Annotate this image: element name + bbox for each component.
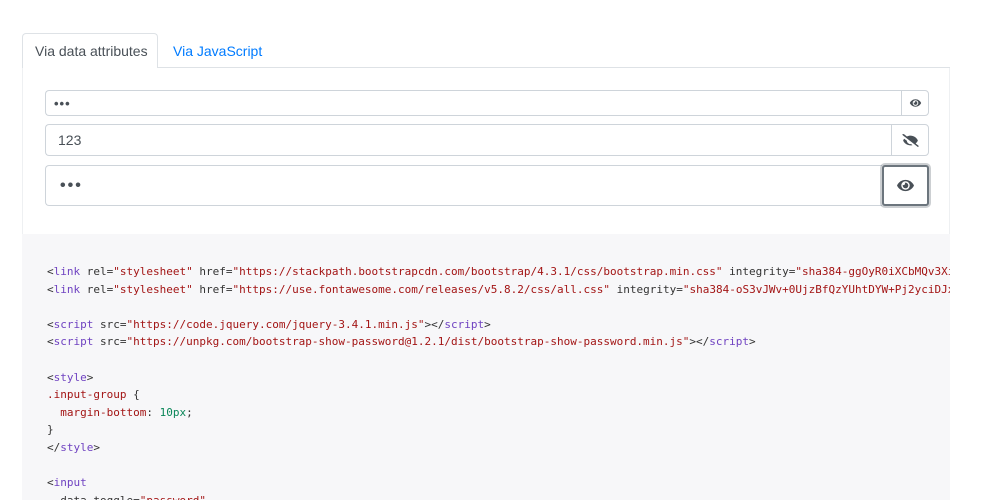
code-token: < — [47, 265, 54, 278]
code-token: integrity= — [609, 282, 683, 296]
code-token: { — [126, 388, 140, 402]
code-token: integrity= — [722, 265, 796, 278]
code-token: } — [47, 423, 54, 437]
code-token: data-toggle= — [47, 494, 139, 500]
example-panel — [22, 68, 950, 234]
code-token: link — [53, 265, 81, 278]
code-token: < — [47, 476, 54, 490]
code-token: input — [53, 476, 87, 490]
code-token: < — [47, 317, 54, 331]
code-token: "stylesheet" — [113, 282, 193, 296]
code-token: "https://use.fontawesome.com/releases/v5… — [232, 282, 610, 296]
eye-icon — [897, 179, 914, 192]
code-token: src= — [93, 317, 127, 331]
password-input-group-default — [45, 124, 929, 156]
code-token: script — [709, 335, 750, 349]
code-line: <link rel="stylesheet" href="https://sta… — [47, 263, 950, 281]
code-token: > — [484, 317, 491, 331]
tab-bar: Via data attributes Via JavaScript — [22, 33, 950, 69]
code-token: style — [60, 440, 94, 454]
code-token: < — [47, 282, 54, 296]
code-token: ></ — [424, 317, 445, 331]
code-line: <script src="https://unpkg.com/bootstrap… — [47, 333, 950, 351]
code-token: ></ — [689, 335, 710, 349]
toggle-password-button-small[interactable] — [901, 90, 929, 116]
code-token: > — [86, 370, 94, 384]
code-token: rel= — [80, 282, 114, 296]
code-line: margin-bottom: 10px; — [47, 404, 950, 422]
code-token: .input-group — [47, 388, 127, 402]
code-token: src= — [93, 335, 127, 349]
tab-via-data-attributes[interactable]: Via data attributes — [22, 33, 158, 69]
code-token: "password" — [140, 494, 206, 500]
password-field-small[interactable] — [45, 90, 901, 116]
password-field-default[interactable] — [45, 124, 891, 156]
code-line: </style> — [47, 439, 950, 457]
code-token: script — [53, 335, 94, 349]
toggle-password-button-default[interactable] — [891, 124, 929, 156]
code-token: > — [93, 440, 100, 454]
code-line: <link rel="stylesheet" href="https://use… — [47, 281, 950, 299]
code-token: margin-bottom — [60, 405, 147, 419]
password-input-group-large — [45, 165, 929, 206]
code-token: link — [53, 282, 81, 296]
code-token: rel= — [80, 265, 114, 278]
code-line: <script src="https://code.jquery.com/jqu… — [47, 316, 950, 334]
code-token: script — [444, 317, 485, 331]
eye-slash-icon — [901, 133, 919, 147]
code-token: > — [749, 335, 756, 349]
code-line: } — [47, 421, 950, 439]
toggle-password-button-large[interactable] — [882, 165, 929, 206]
code-token: script — [53, 317, 94, 331]
code-token: "https://stackpath.bootstrapcdn.com/boot… — [232, 265, 723, 278]
code-token: < — [47, 335, 54, 349]
code-token: ; — [186, 405, 193, 419]
code-token: < — [47, 370, 54, 384]
password-input-group-small — [45, 90, 929, 116]
eye-icon — [909, 99, 921, 107]
code-line: <style> — [47, 369, 950, 387]
code-token: : — [146, 405, 160, 419]
code-token: "https://code.jquery.com/jquery-3.4.1.mi… — [126, 317, 425, 331]
code-token: "https://unpkg.com/bootstrap-show-passwo… — [126, 335, 690, 349]
code-listing: <link rel="stylesheet" href="https://sta… — [47, 263, 950, 500]
password-field-large[interactable] — [45, 165, 882, 206]
code-line: .input-group { — [47, 386, 950, 404]
code-token: "sha384-ggOyR0iXCbMQv3Xi — [795, 265, 950, 278]
code-token: href= — [192, 282, 233, 296]
code-token: style — [53, 370, 87, 384]
code-token: 10px — [159, 405, 187, 419]
code-token: "sha384-oS3vJWv+0UjzBfQzYUhtDYW+Pj2yciDJ… — [682, 282, 950, 296]
code-line: data-toggle="password" — [47, 492, 950, 500]
tab-via-javascript[interactable]: Via JavaScript — [160, 33, 275, 68]
code-token: </ — [47, 440, 61, 454]
code-line: <input — [47, 474, 950, 492]
code-token: "stylesheet" — [113, 265, 193, 278]
code-token: href= — [192, 265, 233, 278]
code-block: <link rel="stylesheet" href="https://sta… — [22, 234, 950, 500]
code-content: <link rel="stylesheet" href="https://sta… — [47, 263, 950, 500]
